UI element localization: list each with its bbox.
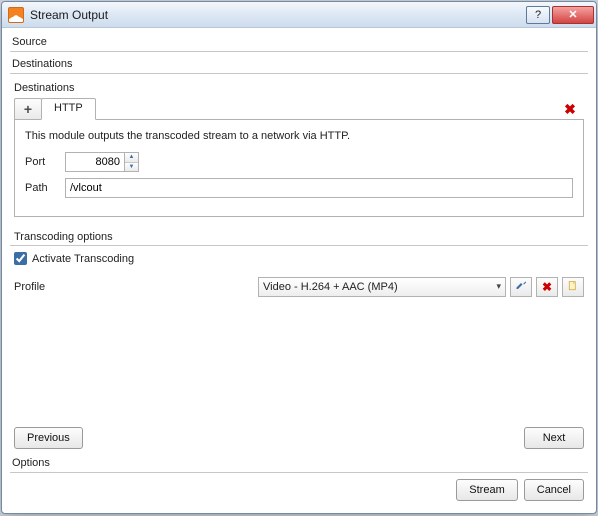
divider [10,73,588,74]
remove-destination-button[interactable]: ✖ [562,101,578,117]
new-profile-button[interactable] [562,277,584,297]
activate-transcoding-label: Activate Transcoding [32,253,134,265]
divider [10,51,588,52]
next-button[interactable]: Next [524,427,584,449]
add-destination-tab-button[interactable]: + [14,98,42,120]
button-label: Stream [469,484,504,496]
button-label: Previous [27,432,70,444]
edit-profile-button[interactable] [510,277,532,297]
dialog-footer: Stream Cancel [10,475,588,507]
port-stepper[interactable]: ▲ ▼ [65,152,139,172]
source-section-header[interactable]: Source [10,32,588,51]
vlc-cone-icon [8,7,24,23]
profile-selected-value: Video - H.264 + AAC (MP4) [263,281,398,293]
delete-icon: ✖ [542,280,552,294]
help-button[interactable]: ? [526,6,550,24]
path-label: Path [25,182,65,194]
destinations-section-header[interactable]: Destinations [10,54,588,73]
stream-button[interactable]: Stream [456,479,517,501]
http-description: This module outputs the transcoded strea… [25,130,573,142]
tab-http[interactable]: HTTP [41,98,96,120]
divider [10,245,588,246]
port-label: Port [25,156,65,168]
new-file-icon [567,280,579,295]
cancel-button[interactable]: Cancel [524,479,584,501]
button-label: Next [543,432,566,444]
stream-output-dialog: Stream Output ? ✕ Source Destinations De… [1,1,597,514]
wrench-icon [515,280,527,295]
profile-label: Profile [14,281,68,293]
destinations-group-label: Destinations [10,80,588,96]
path-input[interactable] [65,178,573,198]
profile-select[interactable]: Video - H.264 + AAC (MP4) [258,277,506,297]
divider [10,472,588,473]
previous-button[interactable]: Previous [14,427,83,449]
window-title: Stream Output [30,8,108,22]
close-icon: ✖ [564,101,576,118]
spin-up-icon[interactable]: ▲ [125,153,138,163]
http-destination-panel: This module outputs the transcoded strea… [14,119,584,217]
spin-down-icon[interactable]: ▼ [125,163,138,172]
options-section-header[interactable]: Options [10,453,588,472]
delete-profile-button[interactable]: ✖ [536,277,558,297]
plus-icon: + [24,101,32,117]
activate-transcoding-checkbox[interactable] [14,252,27,265]
transcoding-group-label: Transcoding options [10,229,588,245]
port-input[interactable] [65,152,125,172]
button-label: Cancel [537,484,571,496]
tab-label: HTTP [54,102,83,114]
titlebar[interactable]: Stream Output ? ✕ [2,2,596,28]
close-window-button[interactable]: ✕ [552,6,594,24]
wizard-nav-row: Previous Next [10,423,588,453]
